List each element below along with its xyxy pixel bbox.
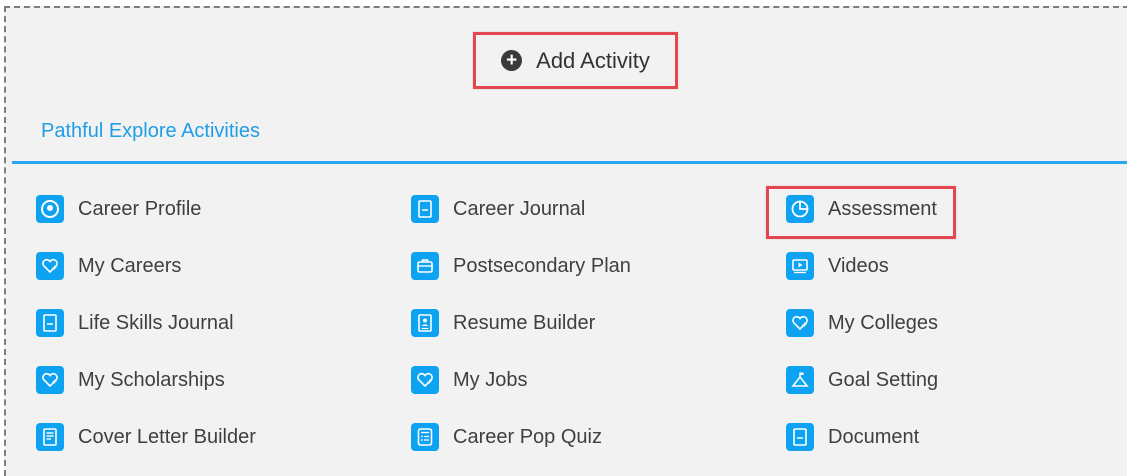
activity-label: Cover Letter Builder xyxy=(78,425,256,448)
activity-assessment[interactable]: Assessment xyxy=(786,191,937,227)
pie-chart-icon xyxy=(786,195,814,223)
activity-videos[interactable]: Videos xyxy=(786,248,889,284)
svg-text:+: + xyxy=(802,321,808,329)
resume-icon xyxy=(411,309,439,337)
activity-label: My Careers xyxy=(78,254,182,277)
journal-icon xyxy=(411,195,439,223)
activity-cover-letter-builder[interactable]: Cover Letter Builder xyxy=(36,419,256,455)
heart-plus-icon: + xyxy=(36,366,64,394)
heart-plus-icon: + xyxy=(411,366,439,394)
activity-label: Videos xyxy=(828,254,889,277)
activity-my-colleges[interactable]: + My Colleges xyxy=(786,305,938,341)
svg-text:+: + xyxy=(52,378,58,386)
svg-text:+: + xyxy=(427,378,433,386)
activity-career-journal[interactable]: Career Journal xyxy=(411,191,585,227)
mountain-flag-icon xyxy=(786,366,814,394)
activity-resume-builder[interactable]: Resume Builder xyxy=(411,305,595,341)
activity-career-profile[interactable]: Career Profile xyxy=(36,191,201,227)
activity-label: Career Profile xyxy=(78,197,202,220)
section-divider xyxy=(12,161,1127,164)
activity-life-skills-journal[interactable]: Life Skills Journal xyxy=(36,305,234,341)
heart-plus-icon: + xyxy=(36,252,64,280)
activity-label: Document xyxy=(828,425,920,448)
activity-label: Career Journal xyxy=(453,197,586,220)
activity-label: Resume Builder xyxy=(453,311,596,334)
video-icon xyxy=(786,252,814,280)
activity-postsecondary-plan[interactable]: Postsecondary Plan xyxy=(411,248,631,284)
activity-label: My Scholarships xyxy=(78,368,225,391)
heart-plus-icon: + xyxy=(786,309,814,337)
briefcase-icon xyxy=(411,252,439,280)
activities-panel: + Add Activity Pathful Explore Activitie… xyxy=(4,6,1127,476)
activity-label: Goal Setting xyxy=(828,368,939,391)
activity-label: Life Skills Journal xyxy=(78,311,234,334)
document-lines-icon xyxy=(36,423,64,451)
journal-icon xyxy=(36,309,64,337)
add-activity-label: Add Activity xyxy=(536,47,650,73)
activity-label: Assessment xyxy=(828,197,937,220)
section-title: Pathful Explore Activities xyxy=(41,120,260,142)
activity-my-scholarships[interactable]: + My Scholarships xyxy=(36,362,225,398)
activity-my-careers[interactable]: + My Careers xyxy=(36,248,181,284)
profile-icon xyxy=(36,195,64,223)
journal-icon xyxy=(786,423,814,451)
activity-goal-setting[interactable]: Goal Setting xyxy=(786,362,938,398)
activity-label: Postsecondary Plan xyxy=(453,254,631,277)
activity-my-jobs[interactable]: + My Jobs xyxy=(411,362,527,398)
activity-label: Career Pop Quiz xyxy=(453,425,602,448)
activity-career-pop-quiz[interactable]: Career Pop Quiz xyxy=(411,419,602,455)
plus-circle-icon: + xyxy=(501,50,523,71)
quiz-icon xyxy=(411,423,439,451)
activity-document[interactable]: Document xyxy=(786,419,919,455)
svg-text:+: + xyxy=(52,264,58,272)
add-activity-button[interactable]: + Add Activity xyxy=(473,32,678,89)
activity-label: My Colleges xyxy=(828,311,939,334)
activity-label: My Jobs xyxy=(453,368,528,391)
